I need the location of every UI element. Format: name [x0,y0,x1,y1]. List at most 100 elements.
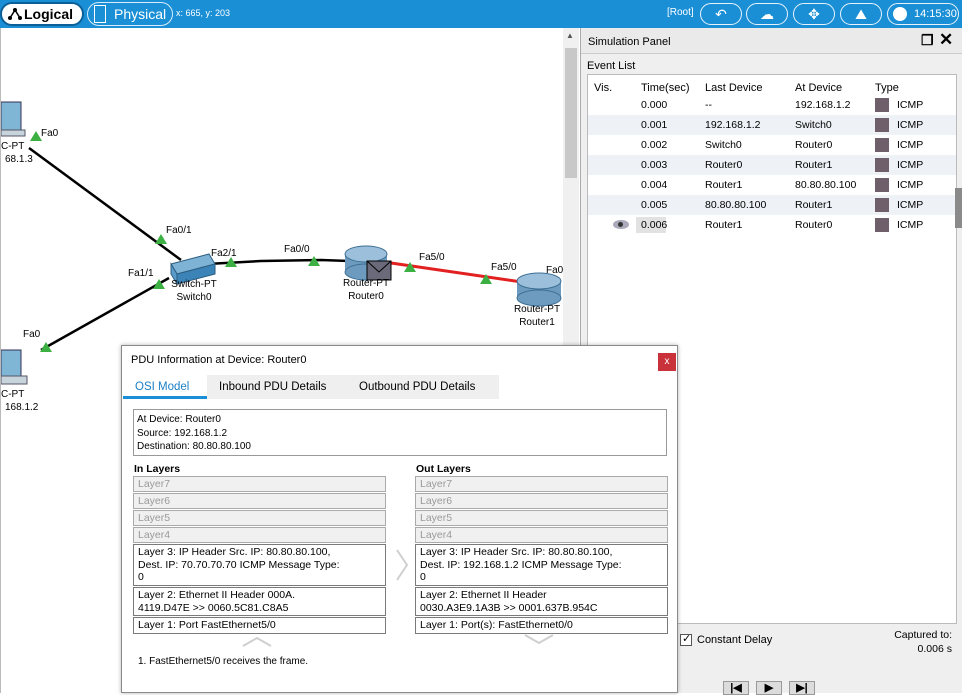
event-cell: Router0 [795,139,833,151]
root-label[interactable]: [Root] [667,7,694,18]
event-color-swatch[interactable] [875,138,889,152]
tab-strip-fill [499,375,677,399]
layer-text: Layer 3: IP Header Src. IP: 80.80.80.100… [420,546,613,558]
globe-icon [893,7,907,21]
pdu-info-dialog: PDU Information at Device: Router0 x OSI… [121,345,678,693]
switch-label[interactable]: Switch-PT Switch0 [165,278,223,304]
device-model: C-PT [1,141,25,152]
device-model: Router-PT [342,278,390,289]
event-list-scrollbar[interactable] [955,188,962,228]
in-layer-1[interactable]: Layer 1: Port FastEthernet5/0 [133,617,386,634]
constant-delay-checkbox[interactable]: Constant Delay [680,632,772,646]
pdu-dialog-title: PDU Information at Device: Router0 [131,354,307,366]
cloud-settings-button[interactable]: ☁ [746,3,788,25]
out-layer-2[interactable]: Layer 2: Ethernet II Header 0030.A3E9.1A… [415,587,668,616]
in-layer-6[interactable]: Layer6 [133,493,386,509]
port-label: Fa5/0 [491,262,517,273]
pdu-description: 1. FastEthernet5/0 receives the frame. [138,656,309,667]
skip-back-icon: |◀ [730,682,742,694]
restore-icon[interactable]: ❐ [921,32,934,49]
close-dialog-button[interactable]: x [658,353,676,371]
router0-label[interactable]: Router-PT Router0 [337,277,395,303]
event-type: ICMP [897,159,924,171]
out-layer-4[interactable]: Layer4 [415,527,668,543]
port-label: Fa1/1 [128,268,154,279]
info-device: At Device: Router0 [137,414,221,425]
clock-display: 14:15:30 [887,3,959,25]
landscape-button[interactable]: ⛰ [840,3,882,25]
router1-label[interactable]: Router-PT Router1 [509,303,565,329]
in-layer-7[interactable]: Layer7 [133,476,386,492]
cursor-coordinates: x: 665, y: 203 [176,8,231,18]
port-label: Fa0 [41,128,59,139]
pc-top-label[interactable]: C-PT 68.1.3 [1,140,35,166]
layer-text: Dest. IP: 70.70.70.70 ICMP Message Type: [138,558,340,571]
event-color-swatch[interactable] [875,218,889,232]
port-label: Fa0 [23,329,41,340]
layer-text: Layer 3: IP Header Src. IP: 80.80.80.100… [138,546,331,558]
event-row[interactable]: 0.000 -- 192.168.1.2 ICMP [588,95,956,115]
scroll-up-icon[interactable]: ▲ [566,31,574,40]
layer-text: 0 [420,571,426,583]
back-button[interactable]: ↶ [700,3,742,25]
port-label: Fa2/1 [211,248,237,259]
out-layer-7[interactable]: Layer7 [415,476,668,492]
out-layer-1[interactable]: Layer 1: Port(s): FastEthernet0/0 [415,617,668,634]
event-color-swatch[interactable] [875,118,889,132]
eye-icon [613,220,629,229]
captured-info: Captured to: 0.006 s [880,628,952,656]
column-header[interactable]: Time(sec) [641,82,689,94]
event-color-swatch[interactable] [875,178,889,192]
in-layer-4[interactable]: Layer4 [133,527,386,543]
out-layer-5[interactable]: Layer5 [415,510,668,526]
rack-icon [94,5,106,23]
port-label: Fa0 [546,265,564,276]
pdu-summary-box: At Device: Router0 Source: 192.168.1.2 D… [133,409,667,456]
in-layer-3[interactable]: Layer 3: IP Header Src. IP: 80.80.80.100… [133,544,386,586]
event-row[interactable]: 0.003 Router0 Router1 ICMP [588,155,956,175]
event-cell: Router1 [795,159,833,171]
event-row[interactable]: 0.004 Router1 80.80.80.100 ICMP [588,175,956,195]
tab-inbound-pdu[interactable]: Inbound PDU Details [207,375,347,399]
event-color-swatch[interactable] [875,198,889,212]
pc-bottom-label[interactable]: C-PT 168.1.2 [1,388,45,414]
event-type: ICMP [897,199,924,211]
tab-outbound-pdu[interactable]: Outbound PDU Details [347,375,499,399]
event-cell: Router1 [705,179,743,191]
event-cell: 0.004 [641,179,668,191]
event-row[interactable]: 0.001 192.168.1.2 Switch0 ICMP [588,115,956,135]
workspace-scrollbar[interactable]: ▲ [563,28,579,368]
event-type: ICMP [897,219,924,231]
close-icon[interactable]: ✕ [939,30,953,50]
column-header[interactable]: At Device [795,82,842,94]
event-cell: Router0 [705,159,743,171]
logical-view-tab[interactable]: Logical [0,2,84,26]
port-label: Fa5/0 [419,252,445,263]
event-row[interactable]: 0.006 Router1 Router0 ICMP [588,215,956,235]
column-header[interactable]: Last Device [705,82,762,94]
router0-icon [344,245,392,281]
logical-label: Logical [24,6,74,22]
chevron-up-icon[interactable] [242,636,272,648]
chevron-down-icon[interactable] [524,633,554,645]
event-color-swatch[interactable] [875,98,889,112]
captured-label: Captured to: [894,629,952,641]
event-row[interactable]: 0.005 80.80.80.100 Router1 ICMP [588,195,956,215]
tab-osi-model[interactable]: OSI Model [123,375,207,399]
scrollbar-thumb[interactable] [565,48,577,178]
in-layer-5[interactable]: Layer5 [133,510,386,526]
event-cell: Router1 [705,219,743,231]
event-row[interactable]: 0.002 Switch0 Router0 ICMP [588,135,956,155]
checkbox-icon[interactable] [680,632,692,646]
out-layer-3[interactable]: Layer 3: IP Header Src. IP: 80.80.80.100… [415,544,668,586]
physical-view-tab[interactable]: Physical [87,2,173,26]
column-header[interactable]: Type [875,82,899,94]
out-layer-6[interactable]: Layer6 [415,493,668,509]
device-model: Router-PT [513,304,561,315]
in-layer-2[interactable]: Layer 2: Ethernet II Header 000A. 4119.D… [133,587,386,616]
event-color-swatch[interactable] [875,158,889,172]
captured-value: 0.006 s [917,643,952,655]
column-header[interactable]: Vis. [594,82,612,94]
device-ip: 68.1.3 [5,154,33,165]
move-button[interactable]: ✥ [793,3,835,25]
